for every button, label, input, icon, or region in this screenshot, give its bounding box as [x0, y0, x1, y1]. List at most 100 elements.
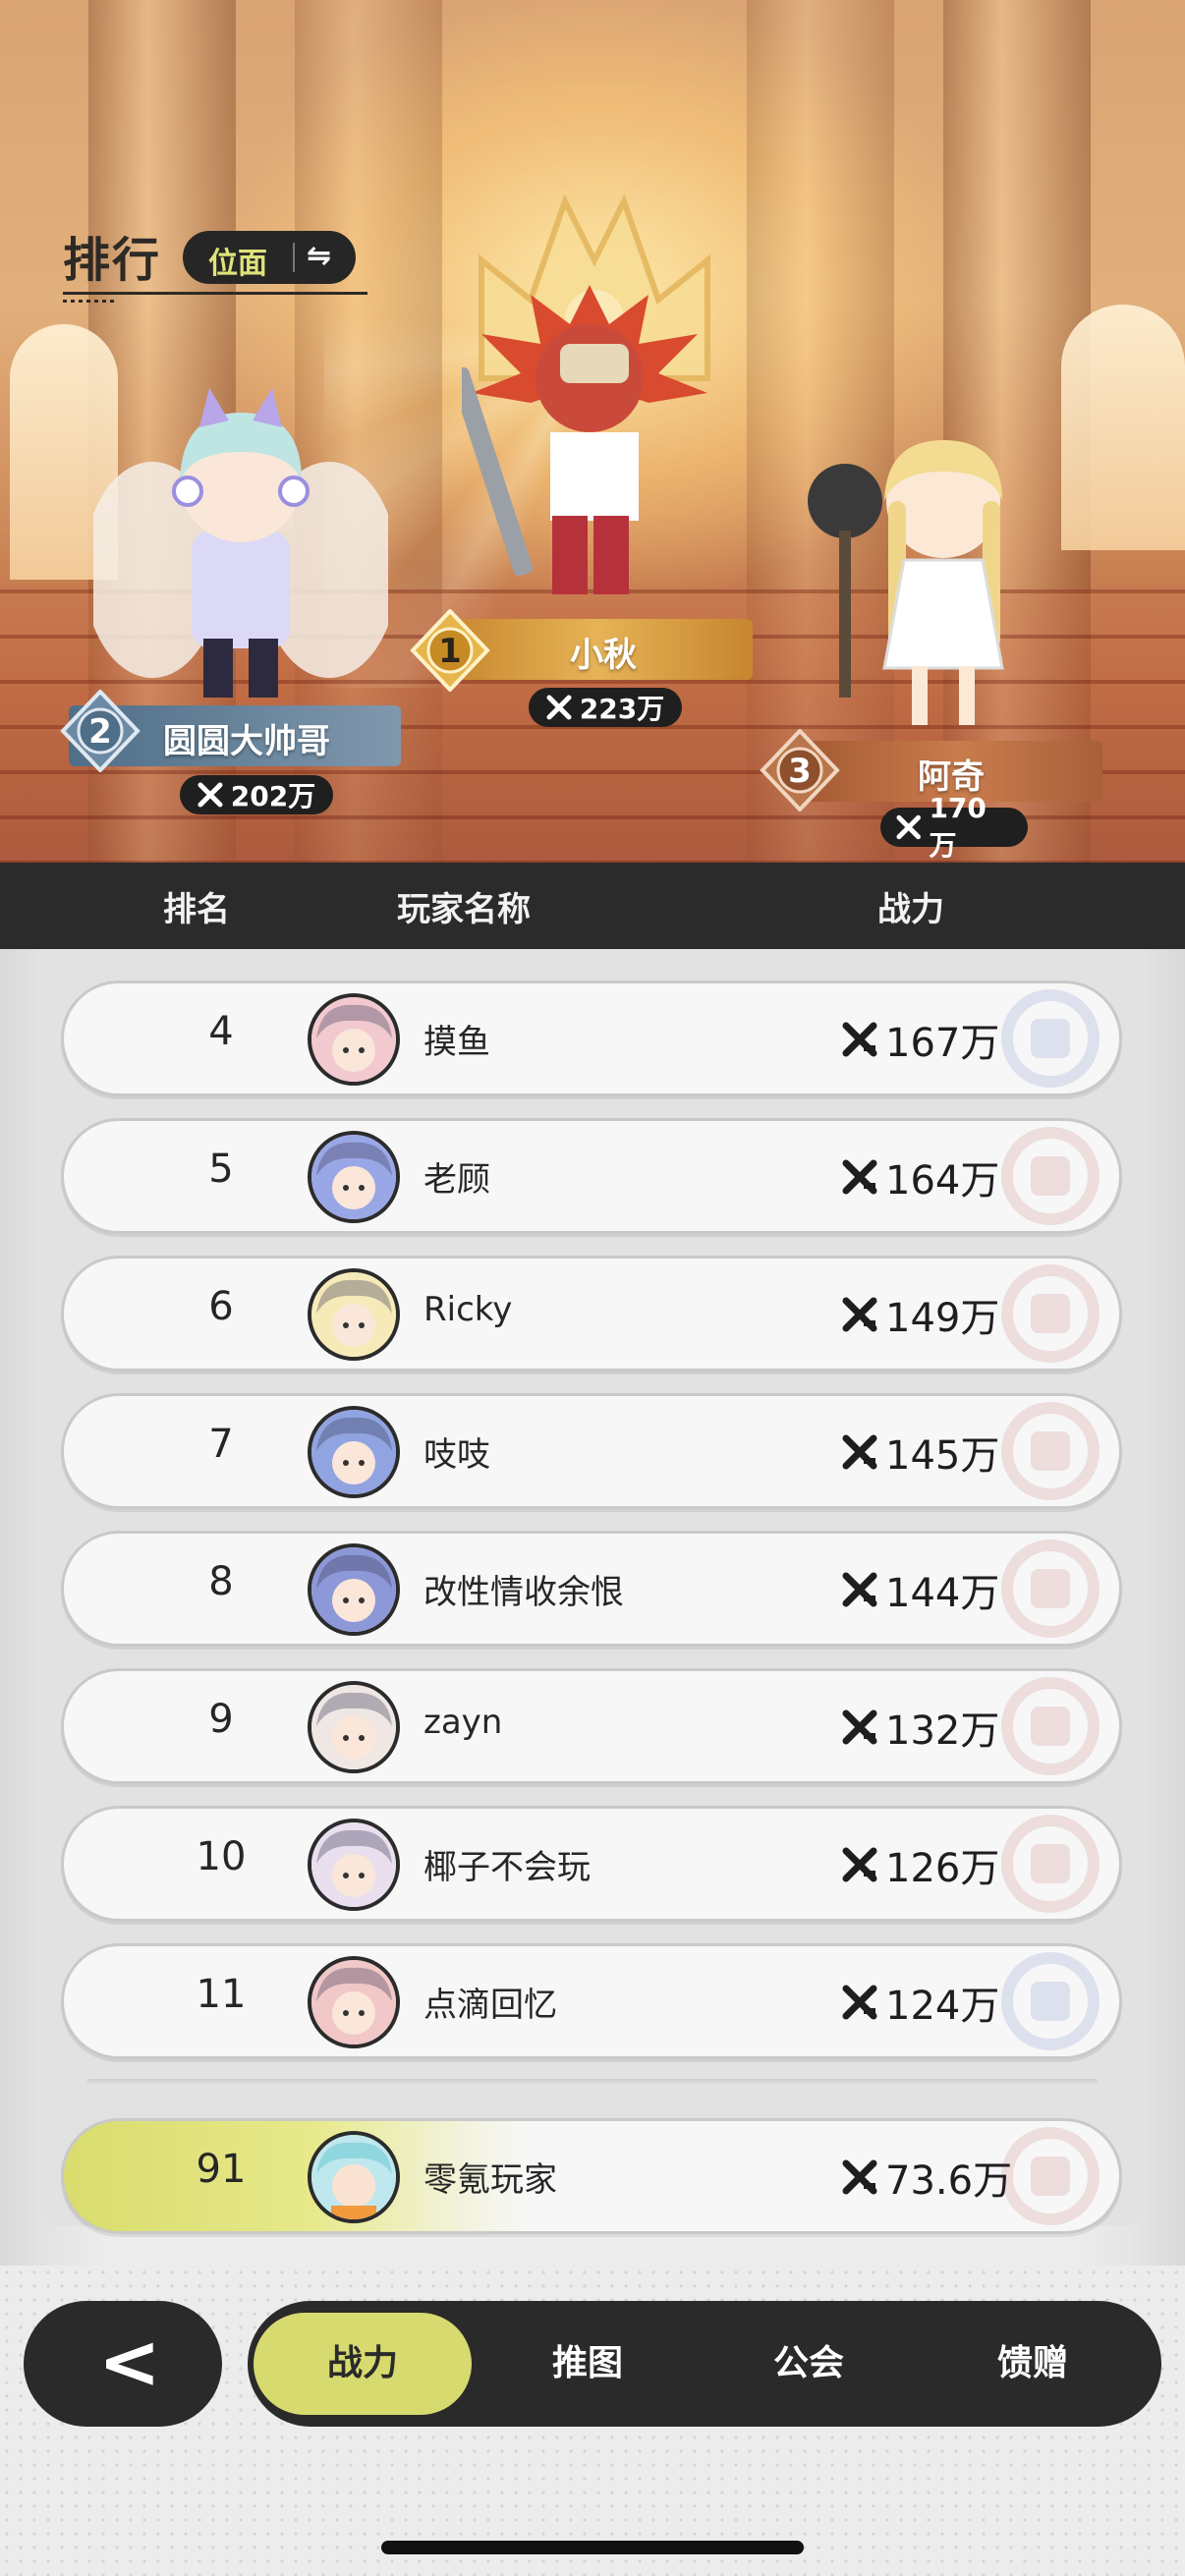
avatar[interactable]	[308, 1131, 400, 1223]
row-power-value: 126万	[885, 1846, 1000, 1891]
crossed-swords-icon	[842, 1847, 877, 1882]
avatar[interactable]	[308, 1681, 400, 1773]
tab-guild[interactable]: 公会	[700, 2313, 918, 2415]
swap-icon: ⇋	[307, 239, 332, 273]
crossed-swords-icon	[842, 2159, 877, 2195]
crossed-swords-icon	[896, 814, 921, 840]
row-rank: 8	[208, 1559, 234, 1604]
tab-power[interactable]: 战力	[254, 2313, 472, 2415]
row-rank: 7	[208, 1422, 234, 1467]
podium-power-3: 170万	[929, 791, 987, 862]
rank-1-medal-icon: 1	[410, 609, 490, 692]
row-rank: 4	[208, 1009, 234, 1054]
table-header: 排名 玩家名称 战力	[0, 863, 1185, 949]
row-player-name: 吱吱	[423, 1435, 490, 1475]
leaderboard-row[interactable]: 8 改性情收余恨 144万	[61, 1531, 1122, 1647]
player-avatar-icon	[311, 1272, 396, 1357]
page-title: 排行	[63, 233, 162, 288]
row-power-value: 164万	[885, 1158, 1000, 1204]
row-power-value: 144万	[885, 1571, 1000, 1616]
crossed-swords-icon	[842, 1709, 877, 1745]
row-power: 132万	[840, 1699, 999, 1756]
tab-progress[interactable]: 推图	[479, 2313, 697, 2415]
player-avatar-icon	[311, 1135, 396, 1219]
power-pill-rank-1: 223万	[529, 688, 682, 727]
crossed-swords-icon	[546, 695, 572, 720]
player-avatar-icon	[311, 997, 396, 1082]
window-arch	[1061, 305, 1185, 550]
row-rank: 11	[196, 1972, 247, 2017]
back-button[interactable]: <	[24, 2301, 222, 2427]
list-divider	[86, 2079, 1099, 2087]
realm-switch-label: 位面	[208, 247, 267, 281]
crossed-swords-icon	[842, 1297, 877, 1332]
leaderboard-row[interactable]: 11 点滴回忆 124万	[61, 1943, 1122, 2059]
player-avatar-icon	[311, 1822, 396, 1907]
power-pill-rank-3: 170万	[880, 792, 1028, 862]
row-power: 144万	[840, 1561, 999, 1618]
my-power-value: 73.6万	[885, 2158, 1013, 2204]
rank-2-medal-icon: 2	[60, 690, 141, 772]
row-player-name: 摸鱼	[423, 1023, 490, 1062]
podium-banner: 排行 位面 ⇋ 圆圆大帅哥 2 202万 小秋 1 223万 阿奇 3 170万	[0, 0, 1185, 863]
podium-power-2: 202万	[230, 780, 316, 812]
avatar[interactable]	[308, 1543, 400, 1636]
my-power: 73.6万	[840, 2149, 1012, 2206]
row-power: 124万	[840, 1974, 999, 2031]
my-player-name: 零氪玩家	[423, 2160, 557, 2200]
player-avatar-icon	[311, 1960, 396, 2044]
podium-name-2: 圆圆大帅哥	[163, 722, 330, 761]
character-rank-2[interactable]	[93, 373, 388, 707]
tab-gift[interactable]: 馈赠	[924, 2313, 1142, 2415]
chevron-left-icon: <	[98, 2318, 161, 2405]
podium-name-1: 小秋	[570, 636, 637, 675]
player-avatar-icon	[311, 1410, 396, 1494]
row-power-value: 132万	[885, 1708, 1000, 1754]
row-power-value: 167万	[885, 1021, 1000, 1066]
column-rank: 排名	[163, 890, 230, 929]
character-rank-3[interactable]	[806, 422, 1042, 747]
my-rank: 91	[196, 2147, 247, 2192]
row-player-name: zayn	[423, 1703, 503, 1742]
crossed-swords-icon	[842, 1572, 877, 1607]
row-rank: 5	[208, 1147, 234, 1192]
crossed-swords-icon	[842, 1985, 877, 2020]
leaderboard-row[interactable]: 9 zayn 132万	[61, 1668, 1122, 1784]
realm-switch-button[interactable]: 位面 ⇋	[183, 231, 356, 284]
row-power-value: 149万	[885, 1296, 1000, 1341]
leaderboard-row[interactable]: 7 吱吱 145万	[61, 1393, 1122, 1509]
leaderboard-row[interactable]: 10 椰子不会玩 126万	[61, 1806, 1122, 1922]
my-rank-row[interactable]: 91 零氪玩家 73.6万	[61, 2118, 1122, 2234]
leaderboard-row[interactable]: 4 摸鱼 167万	[61, 980, 1122, 1096]
title-dots	[63, 300, 116, 303]
row-power-value: 145万	[885, 1433, 1000, 1479]
character-rank-1[interactable]	[462, 285, 717, 619]
player-avatar-icon	[311, 1685, 396, 1769]
avatar[interactable]	[308, 1406, 400, 1498]
crossed-swords-icon	[842, 1022, 877, 1057]
rank-3-medal-icon: 3	[760, 729, 840, 812]
power-pill-rank-2: 202万	[180, 775, 333, 814]
crossed-swords-icon	[198, 782, 223, 808]
divider	[293, 243, 295, 272]
avatar[interactable]	[308, 1819, 400, 1911]
home-indicator	[381, 2541, 804, 2554]
player-avatar-icon	[311, 1547, 396, 1632]
leaderboard-row[interactable]: 5 老顾 164万	[61, 1118, 1122, 1234]
row-player-name: 老顾	[423, 1160, 490, 1200]
row-rank: 10	[196, 1834, 247, 1879]
page-title-group: 排行	[63, 221, 367, 303]
crossed-swords-icon	[842, 1159, 877, 1195]
avatar[interactable]	[308, 1268, 400, 1361]
row-rank: 9	[208, 1697, 234, 1742]
podium-power-1: 223万	[579, 693, 665, 725]
row-player-name: Ricky	[423, 1290, 513, 1329]
leaderboard-row[interactable]: 6 Ricky 149万	[61, 1256, 1122, 1372]
avatar[interactable]	[308, 993, 400, 1086]
avatar[interactable]	[308, 1956, 400, 2048]
row-player-name: 点滴回忆	[423, 1986, 557, 2025]
medal-number: 1	[438, 632, 462, 671]
ranking-tab-bar: 战力 推图 公会 馈赠	[248, 2301, 1161, 2427]
column-player-name: 玩家名称	[397, 890, 531, 929]
medal-number: 3	[788, 752, 812, 791]
